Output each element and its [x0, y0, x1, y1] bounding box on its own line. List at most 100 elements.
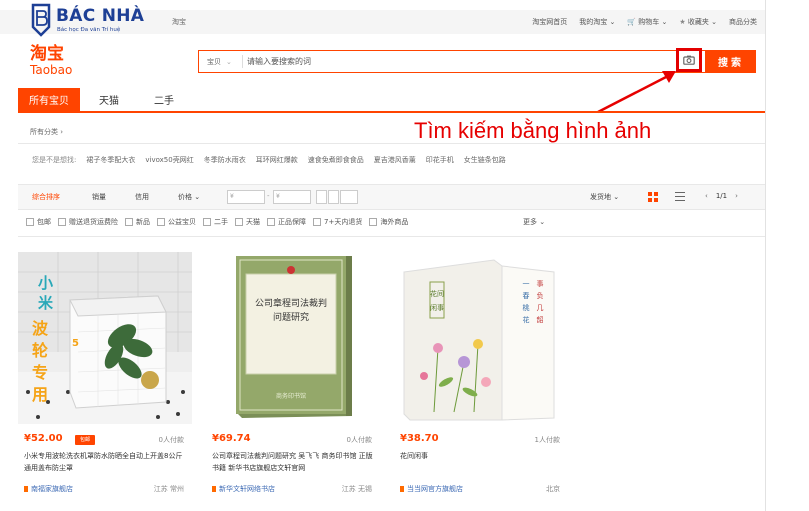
price-toggle-button[interactable]	[328, 190, 339, 204]
nav-my-taobao[interactable]: 我的淘宝 ⌄	[579, 17, 615, 27]
nav-taobao-home[interactable]: 淘宝网首页	[532, 17, 567, 27]
product-card[interactable]: 公司章程司法裁判 问题研究 商务印书馆 ¥69.74 0人付款 公司章程司法裁判…	[206, 252, 380, 502]
tab-tmall[interactable]: 天猫	[84, 88, 134, 111]
product-buyers: 0人付款	[158, 436, 184, 444]
checkbox[interactable]	[125, 218, 133, 226]
search-button[interactable]: 搜索	[706, 50, 756, 73]
suggestion-item[interactable]: 夏吉港风香薰	[374, 155, 416, 165]
filter-label: 公益宝贝	[168, 218, 196, 226]
pager-prev-button[interactable]: ‹	[705, 192, 708, 200]
product-buyers: 1人付款	[534, 436, 560, 444]
search-category-select[interactable]: 宝贝 ⌄	[207, 57, 232, 67]
tab-second-hand[interactable]: 二手	[142, 88, 186, 111]
filter-genuine[interactable]: 正品保障	[267, 217, 306, 227]
product-card[interactable]: 花间 闲事 一 春 桃 花 事 负 几 韶 ¥38.70 1人付款 花间闲事 当…	[394, 252, 568, 502]
svg-text:几: 几	[537, 304, 544, 312]
checkbox[interactable]	[267, 218, 275, 226]
search-divider	[242, 55, 243, 68]
checkbox[interactable]	[157, 218, 165, 226]
watermark-brand: BÁC NHÀ	[56, 6, 145, 26]
filter-second-hand[interactable]: 二手	[203, 217, 228, 227]
filter-7day-return[interactable]: 7+天内退货	[313, 217, 362, 227]
list-view-icon[interactable]	[675, 192, 685, 201]
checkbox[interactable]	[58, 218, 66, 226]
product-card[interactable]: 小 米 波 轮 专 用 5 ¥52.00 包邮 0人付款 小米专用波轮洗衣机罩防…	[18, 252, 192, 502]
more-filters-button[interactable]: 更多 ⌄	[523, 217, 545, 227]
tab-all-items[interactable]: 所有宝贝	[18, 88, 80, 111]
sort-sales[interactable]: 销量	[92, 192, 106, 202]
filter-label: 7+天内退货	[324, 218, 363, 226]
top-left-link[interactable]: 淘宝	[172, 17, 186, 27]
book-cover-image: 花间 闲事 一 春 桃 花 事 负 几 韶	[394, 252, 568, 424]
suggestion-item[interactable]: 冬季防水雨衣	[204, 155, 246, 165]
filter-label: 二手	[214, 218, 228, 226]
suggestion-item[interactable]: vivox50壳网红	[145, 155, 193, 165]
checkbox[interactable]	[235, 218, 243, 226]
svg-text:闲事: 闲事	[430, 303, 444, 312]
filter-return-insurance[interactable]: 赠送退货运费险	[58, 217, 118, 227]
sort-price[interactable]: 价格 ⌄	[178, 192, 200, 202]
svg-text:轮: 轮	[32, 341, 48, 360]
watermark-tagline: Bác học Đa văn Trí huệ	[57, 27, 121, 33]
taobao-logo[interactable]: 淘宝 Taobao	[30, 44, 90, 78]
product-location: 北京	[546, 485, 560, 493]
divider	[18, 236, 765, 237]
filter-tmall[interactable]: 天猫	[235, 217, 260, 227]
shop-link[interactable]: 新华文轩网络书店	[212, 484, 275, 494]
top-nav: 淘宝网首页 我的淘宝 ⌄ 🛒 购物车 ⌄ ★ 收藏夹 ⌄ 商品分类	[532, 17, 757, 27]
filter-label: 天猫	[246, 218, 260, 226]
shop-link[interactable]: 南福家旗舰店	[24, 484, 73, 494]
product-image[interactable]: 公司章程司法裁判 问题研究 商务印书馆	[206, 252, 380, 424]
product-buyers: 0人付款	[346, 436, 372, 444]
svg-text:用: 用	[32, 385, 48, 404]
nav-cart[interactable]: 🛒 购物车 ⌄	[627, 17, 667, 27]
product-title[interactable]: 花间闲事	[400, 450, 562, 476]
product-image[interactable]: 小 米 波 轮 专 用 5	[18, 252, 192, 424]
svg-text:米: 米	[38, 294, 54, 312]
price-dash: -	[267, 192, 270, 200]
svg-text:波: 波	[32, 319, 49, 338]
sort-credit[interactable]: 信用	[135, 192, 149, 202]
pager-next-button[interactable]: ›	[735, 192, 738, 200]
all-categories-link[interactable]: 所有分类 ›	[30, 127, 63, 137]
sort-default[interactable]: 综合排序	[32, 192, 60, 202]
price-min-input[interactable]: ¥	[227, 190, 265, 204]
filter-new[interactable]: 新品	[125, 217, 150, 227]
price-max-input[interactable]: ¥	[273, 190, 311, 204]
nav-favorites[interactable]: ★ 收藏夹 ⌄	[679, 17, 717, 27]
suggestion-item[interactable]: 印花手机	[426, 155, 454, 165]
sort-bar: 综合排序 销量 信用 价格 ⌄ ¥ - ¥ 发货地 ⌄ ‹ 1/1 ›	[18, 184, 765, 210]
suggestion-item[interactable]: 耳环网红爆款	[256, 155, 298, 165]
svg-text:事: 事	[537, 279, 544, 288]
nav-categories[interactable]: 商品分类	[729, 17, 757, 27]
checkbox[interactable]	[313, 218, 321, 226]
product-title[interactable]: 小米专用波轮洗衣机罩防水防晒全自动上开盖8公斤通用盖布防尘罩	[24, 450, 186, 476]
filter-overseas[interactable]: 海外商品	[369, 217, 408, 227]
svg-text:专: 专	[32, 363, 48, 382]
grid-view-icon[interactable]	[648, 192, 658, 202]
suggestion-label: 您是不是想找:	[32, 156, 77, 164]
price-range-button[interactable]	[340, 190, 358, 204]
filter-label: 赠送退货运费险	[69, 218, 118, 226]
suggestion-item[interactable]: 女生链条包路	[464, 155, 506, 165]
suggestion-item[interactable]: 速食免煮即食食品	[308, 155, 364, 165]
filter-charity[interactable]: 公益宝贝	[157, 217, 196, 227]
watermark-logo: BÁC NHÀ Bác học Đa văn Trí huệ	[30, 2, 170, 42]
suggestion-item[interactable]: 裙子冬季配大衣	[86, 155, 135, 165]
product-title[interactable]: 公司章程司法裁判问题研究 吴飞飞 商务印书馆 正版书籍 新华书店旗舰店文轩官网	[212, 450, 374, 476]
taobao-logo-cn: 淘宝	[30, 44, 64, 64]
shop-icon	[400, 486, 404, 492]
filter-free-shipping[interactable]: 包邮	[26, 217, 51, 227]
star-icon: ★	[679, 18, 686, 26]
price-confirm-button[interactable]	[316, 190, 327, 204]
checkbox[interactable]	[26, 218, 34, 226]
nav-cart-label: 购物车 ⌄	[638, 18, 668, 26]
book-cover-image: 公司章程司法裁判 问题研究 商务印书馆	[206, 252, 380, 424]
product-image[interactable]: 花间 闲事 一 春 桃 花 事 负 几 韶	[394, 252, 568, 424]
ship-from-select[interactable]: 发货地 ⌄	[590, 192, 619, 202]
camera-icon	[683, 55, 695, 65]
checkbox[interactable]	[369, 218, 378, 226]
suggestion-row: 您是不是想找: 裙子冬季配大衣 vivox50壳网红 冬季防水雨衣 耳环网红爆款…	[32, 155, 506, 165]
checkbox[interactable]	[203, 218, 211, 226]
shop-link[interactable]: 当当网官方旗舰店	[400, 484, 463, 494]
